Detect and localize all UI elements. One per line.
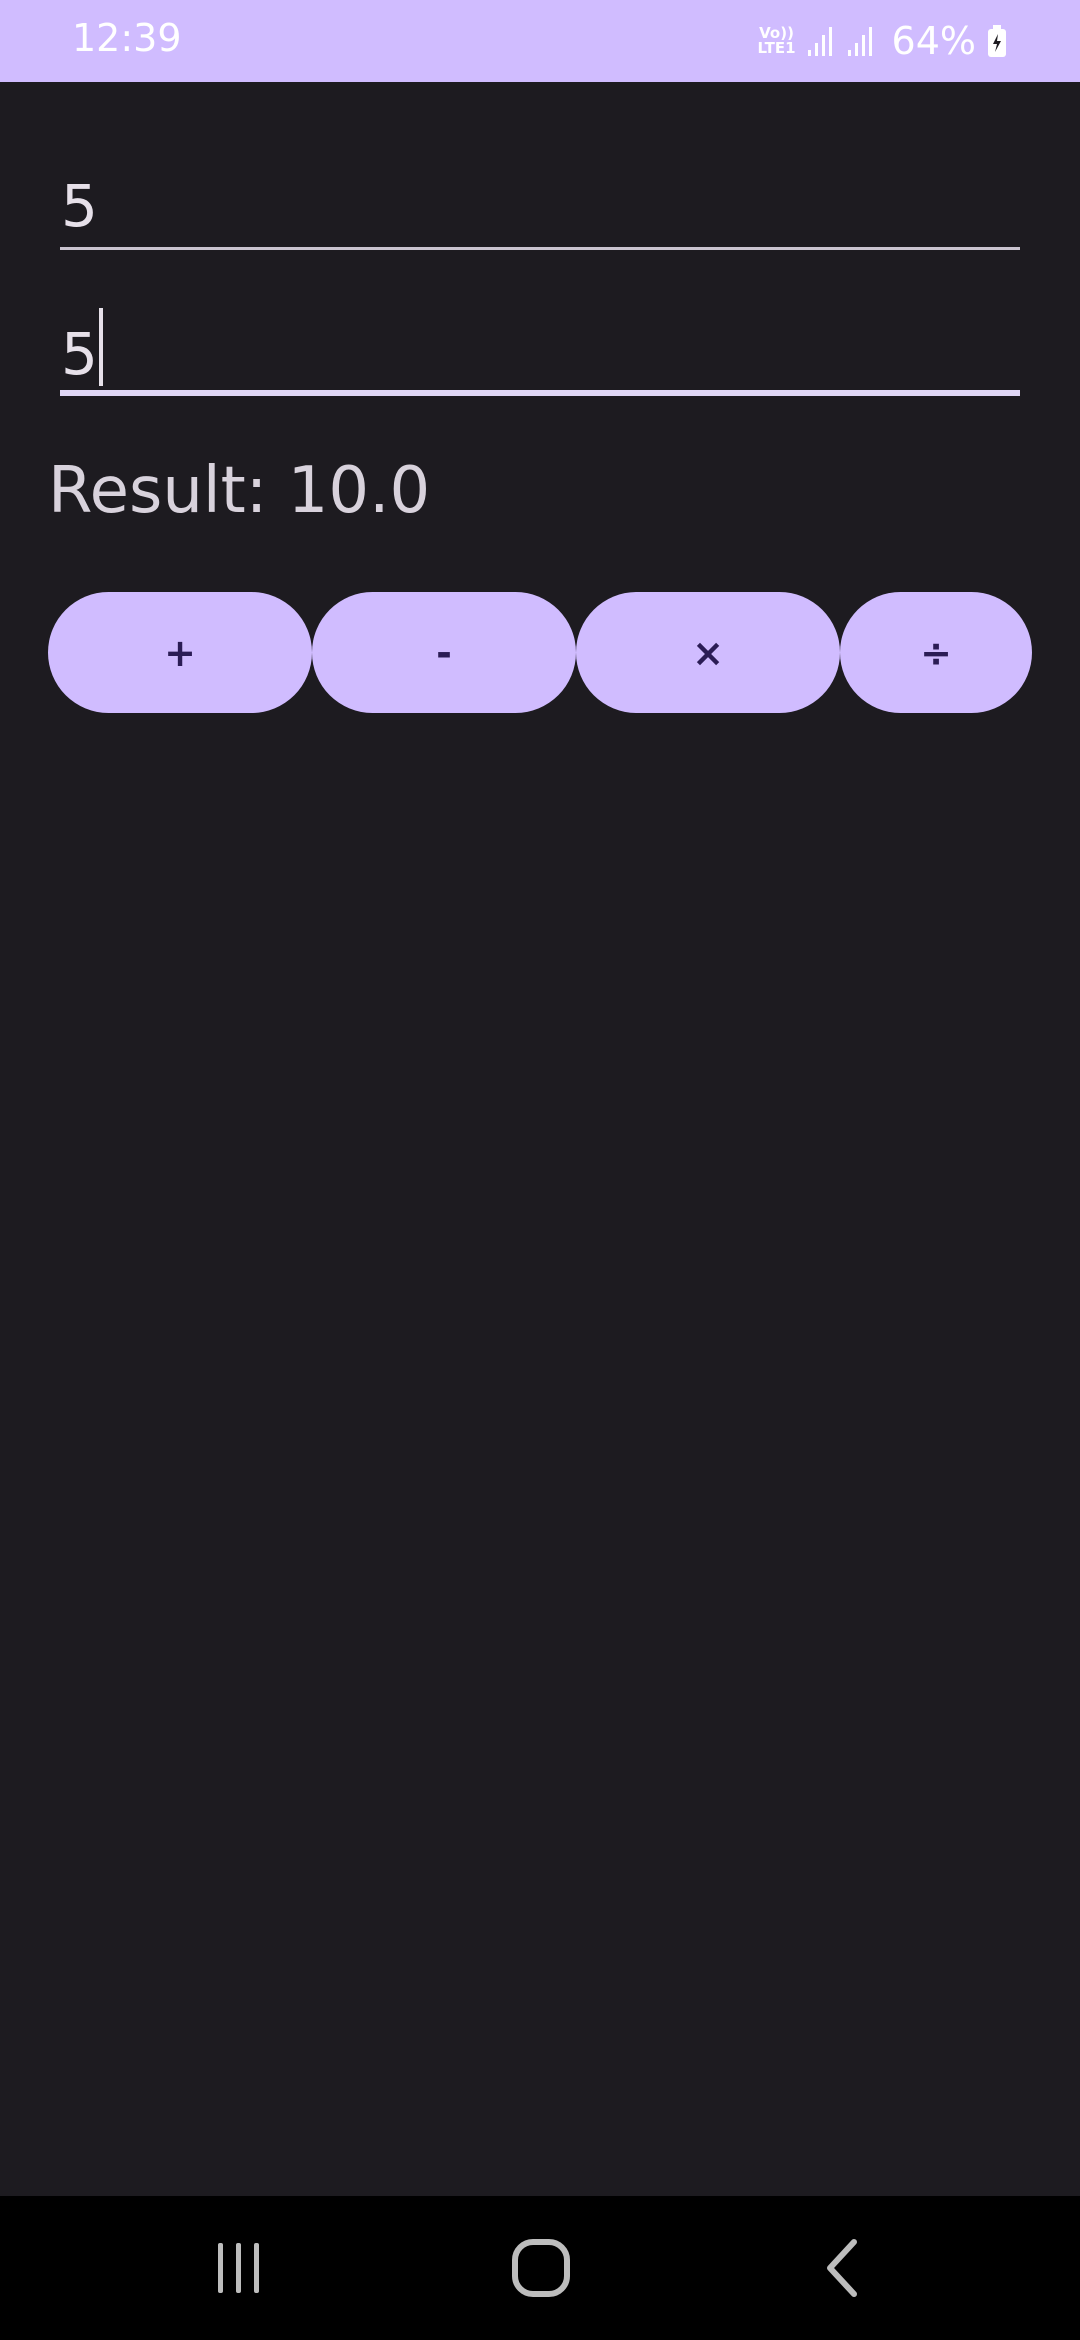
subtract-button[interactable]: - (312, 592, 576, 713)
result-label: Result: 10.0 (48, 454, 431, 528)
navigation-bar (0, 2196, 1080, 2340)
recents-icon (218, 2243, 259, 2293)
first-number-field[interactable]: 5 (60, 160, 1020, 250)
volte-lte-icon: Vo)) LTE1 (758, 26, 796, 56)
back-button[interactable] (763, 2196, 923, 2340)
second-number-underline (60, 390, 1020, 396)
text-cursor (98, 308, 103, 386)
status-icons: Vo)) LTE1 64% (758, 14, 1008, 68)
add-button[interactable]: + (48, 592, 312, 713)
home-icon (512, 2239, 570, 2297)
status-time: 12:39 (72, 16, 182, 60)
multiply-button[interactable]: × (576, 592, 840, 713)
lte-label: LTE1 (757, 39, 796, 57)
recents-button[interactable] (159, 2196, 319, 2340)
second-number-value: 5 (61, 320, 98, 388)
first-number-value: 5 (61, 172, 98, 240)
second-number-text: 5 (61, 308, 103, 388)
second-number-field[interactable]: 5 (60, 300, 1020, 396)
signal-icon (847, 27, 872, 56)
battery-icon (988, 25, 1006, 57)
status-bar: 12:39 Vo)) LTE1 64% (0, 0, 1080, 82)
home-button[interactable] (461, 2196, 621, 2340)
operation-buttons: + - × ÷ (48, 592, 1032, 713)
signal-icon (807, 27, 832, 56)
battery-percent: 64% (891, 19, 976, 63)
back-icon (827, 2239, 857, 2297)
first-number-underline (60, 247, 1020, 250)
divide-button[interactable]: ÷ (840, 592, 1032, 713)
